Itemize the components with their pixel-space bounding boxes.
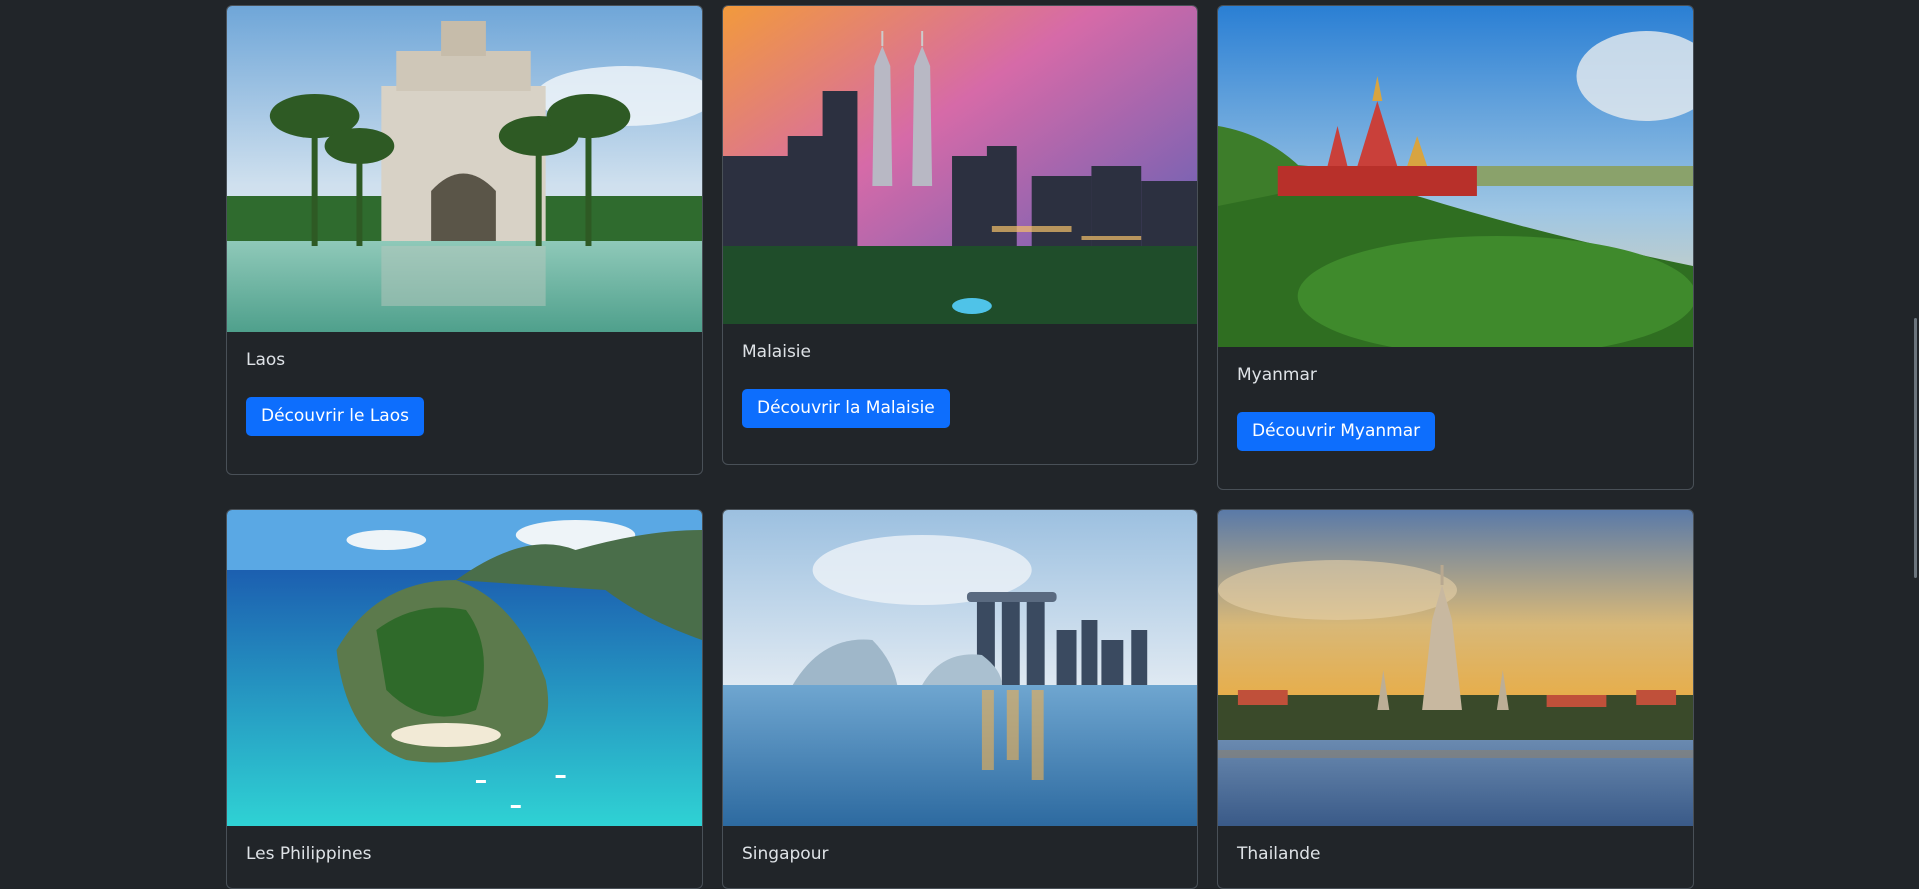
card-title: Myanmar [1237,365,1317,385]
card-title: Malaisie [742,342,811,362]
philippines-image [227,510,702,826]
card-title: Thailande [1237,844,1321,864]
thailande-image [1218,510,1693,826]
page-scrollbar[interactable] [1914,318,1917,578]
destination-card-singapour: Singapour [722,509,1198,889]
card-title: Les Philippines [246,844,372,864]
malaisie-image [723,6,1197,324]
discover-myanmar-button[interactable]: Découvrir Myanmar [1237,412,1436,451]
destination-card-malaisie: Malaisie Découvrir la Malaisie [722,5,1198,465]
destination-card-philippines: Les Philippines [226,509,703,889]
destination-card-myanmar: Myanmar Découvrir Myanmar [1217,5,1694,490]
myanmar-image [1218,6,1693,347]
destination-card-laos: Laos Découvrir le Laos [226,5,703,475]
singapour-image [723,510,1197,826]
laos-image [227,6,702,332]
destination-card-thailande: Thailande [1217,509,1694,889]
discover-malaisie-button[interactable]: Découvrir la Malaisie [742,389,950,428]
discover-laos-button[interactable]: Découvrir le Laos [246,397,424,436]
card-title: Laos [246,350,286,370]
card-title: Singapour [742,844,829,864]
